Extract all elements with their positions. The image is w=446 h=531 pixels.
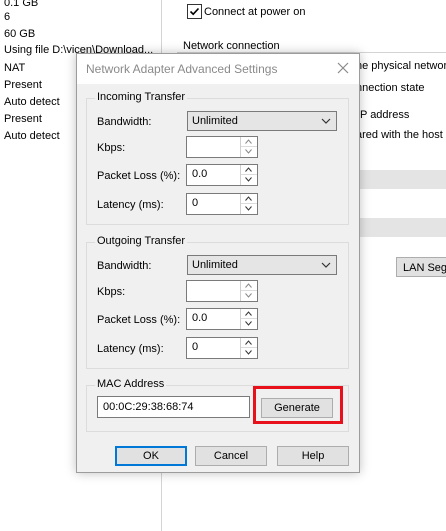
incoming-kbps-label: Kbps:	[97, 142, 126, 154]
outgoing-bandwidth-select[interactable]: Unlimited	[187, 255, 337, 275]
list-item: 60 GB	[4, 28, 36, 40]
outgoing-latency-label: Latency (ms):	[97, 343, 164, 355]
generate-button[interactable]: Generate	[261, 398, 333, 418]
spin-down-icon[interactable]	[241, 348, 257, 358]
spin-down-icon[interactable]	[241, 147, 257, 157]
mac-address-legend: MAC Address	[95, 378, 167, 390]
spin-buttons	[240, 137, 257, 157]
spin-down-icon[interactable]	[241, 319, 257, 329]
bridged-option-label: he physical networ	[356, 60, 446, 72]
ok-button[interactable]: OK	[115, 446, 187, 466]
outgoing-bandwidth-value: Unlimited	[192, 259, 238, 271]
spin-buttons	[240, 165, 257, 185]
lan-segments-button[interactable]: LAN Segm	[396, 257, 446, 277]
list-item: Auto detect	[4, 130, 60, 142]
dialog-title: Network Adapter Advanced Settings	[86, 62, 278, 76]
list-item: Present	[4, 113, 42, 125]
mac-address-value: 00:0C:29:38:68:74	[103, 401, 194, 413]
mac-address-input[interactable]: 00:0C:29:38:68:74	[97, 396, 250, 418]
outgoing-bandwidth-label: Bandwidth:	[97, 260, 152, 272]
spin-buttons	[240, 338, 257, 358]
incoming-packet-loss-spinbox[interactable]: 0.0	[186, 164, 258, 186]
outgoing-packet-loss-spinbox[interactable]: 0.0	[186, 308, 258, 330]
spin-buttons	[240, 194, 257, 214]
incoming-transfer-group: Incoming Transfer Bandwidth: Unlimited K…	[86, 91, 349, 225]
close-icon[interactable]	[335, 60, 351, 76]
help-button[interactable]: Help	[277, 446, 349, 466]
incoming-packet-loss-value: 0.0	[192, 168, 208, 180]
incoming-latency-label: Latency (ms):	[97, 199, 164, 211]
incoming-bandwidth-value: Unlimited	[192, 115, 238, 127]
spin-up-icon[interactable]	[241, 281, 257, 291]
spin-up-icon[interactable]	[241, 165, 257, 175]
outgoing-transfer-legend: Outgoing Transfer	[95, 235, 188, 247]
incoming-latency-value: 0	[192, 197, 199, 209]
outgoing-packet-loss-value: 0.0	[192, 312, 208, 324]
incoming-bandwidth-label: Bandwidth:	[97, 116, 152, 128]
connect-at-power-on-label: Connect at power on	[204, 6, 306, 18]
outgoing-latency-value: 0	[192, 341, 199, 353]
outgoing-kbps-spinbox[interactable]	[186, 280, 258, 302]
incoming-transfer-legend: Incoming Transfer	[95, 91, 188, 103]
outgoing-packet-loss-label: Packet Loss (%):	[97, 314, 181, 326]
checkmark-icon	[189, 7, 200, 16]
network-adapter-advanced-settings-dialog: Network Adapter Advanced Settings Incomi…	[76, 53, 360, 473]
spin-up-icon[interactable]	[241, 194, 257, 204]
outgoing-transfer-group: Outgoing Transfer Bandwidth: Unlimited K…	[86, 235, 349, 369]
spin-up-icon[interactable]	[241, 309, 257, 319]
spin-down-icon[interactable]	[241, 291, 257, 301]
nat-option-label: P address	[360, 109, 410, 121]
replicate-state-label: nnection state	[356, 82, 425, 94]
dialog-titlebar: Network Adapter Advanced Settings	[77, 54, 359, 84]
cancel-button[interactable]: Cancel	[195, 446, 267, 466]
incoming-packet-loss-label: Packet Loss (%):	[97, 170, 181, 182]
spin-up-icon[interactable]	[241, 137, 257, 147]
spin-down-icon[interactable]	[241, 175, 257, 185]
spin-buttons	[240, 281, 257, 301]
spin-down-icon[interactable]	[241, 204, 257, 214]
chevron-down-icon	[321, 118, 331, 124]
list-item: 6	[4, 11, 11, 23]
list-item: Auto detect	[4, 96, 60, 108]
chevron-down-icon	[321, 262, 331, 268]
outgoing-kbps-label: Kbps:	[97, 286, 126, 298]
outgoing-latency-spinbox[interactable]: 0	[186, 337, 258, 359]
incoming-latency-spinbox[interactable]: 0	[186, 193, 258, 215]
list-item: NAT	[4, 62, 26, 74]
connect-at-power-on-checkbox[interactable]	[187, 4, 202, 19]
spin-up-icon[interactable]	[241, 338, 257, 348]
incoming-bandwidth-select[interactable]: Unlimited	[187, 111, 337, 131]
host-only-option-label: ared with the host	[356, 129, 443, 141]
list-item: Present	[4, 79, 42, 91]
spin-buttons	[240, 309, 257, 329]
incoming-kbps-spinbox[interactable]	[186, 136, 258, 158]
